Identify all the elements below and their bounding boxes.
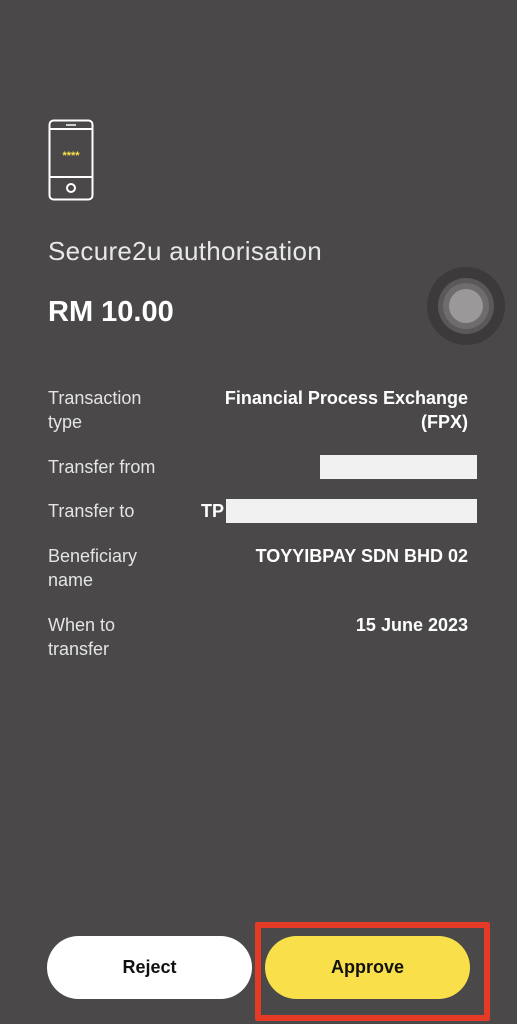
transaction-type-value: Financial Process Exchange (FPX) <box>224 388 468 432</box>
when-to-transfer-label: When to transfer <box>48 615 116 659</box>
redacted-recipient <box>226 499 477 523</box>
amount: RM 10.00 <box>48 296 174 328</box>
transfer-to-value: TP <box>201 501 225 521</box>
page-title: Secure2u authorisation <box>48 236 323 266</box>
transfer-from-label: Transfer from <box>48 457 156 477</box>
beneficiary-name-value: TOYYIBPAY SDN BHD 02 <box>255 546 468 566</box>
phone-pin-icon: **** <box>48 119 94 201</box>
fingerprint-icon[interactable] <box>426 266 506 346</box>
reject-button[interactable]: Reject <box>47 936 252 999</box>
pin-mask: **** <box>62 150 80 162</box>
transaction-type-label: Transaction type <box>48 388 142 432</box>
redacted-account <box>320 455 477 479</box>
approve-button[interactable]: Approve <box>265 936 470 999</box>
when-to-transfer-value: 15 June 2023 <box>355 615 468 635</box>
beneficiary-name-label: Beneficiary name <box>48 546 138 590</box>
